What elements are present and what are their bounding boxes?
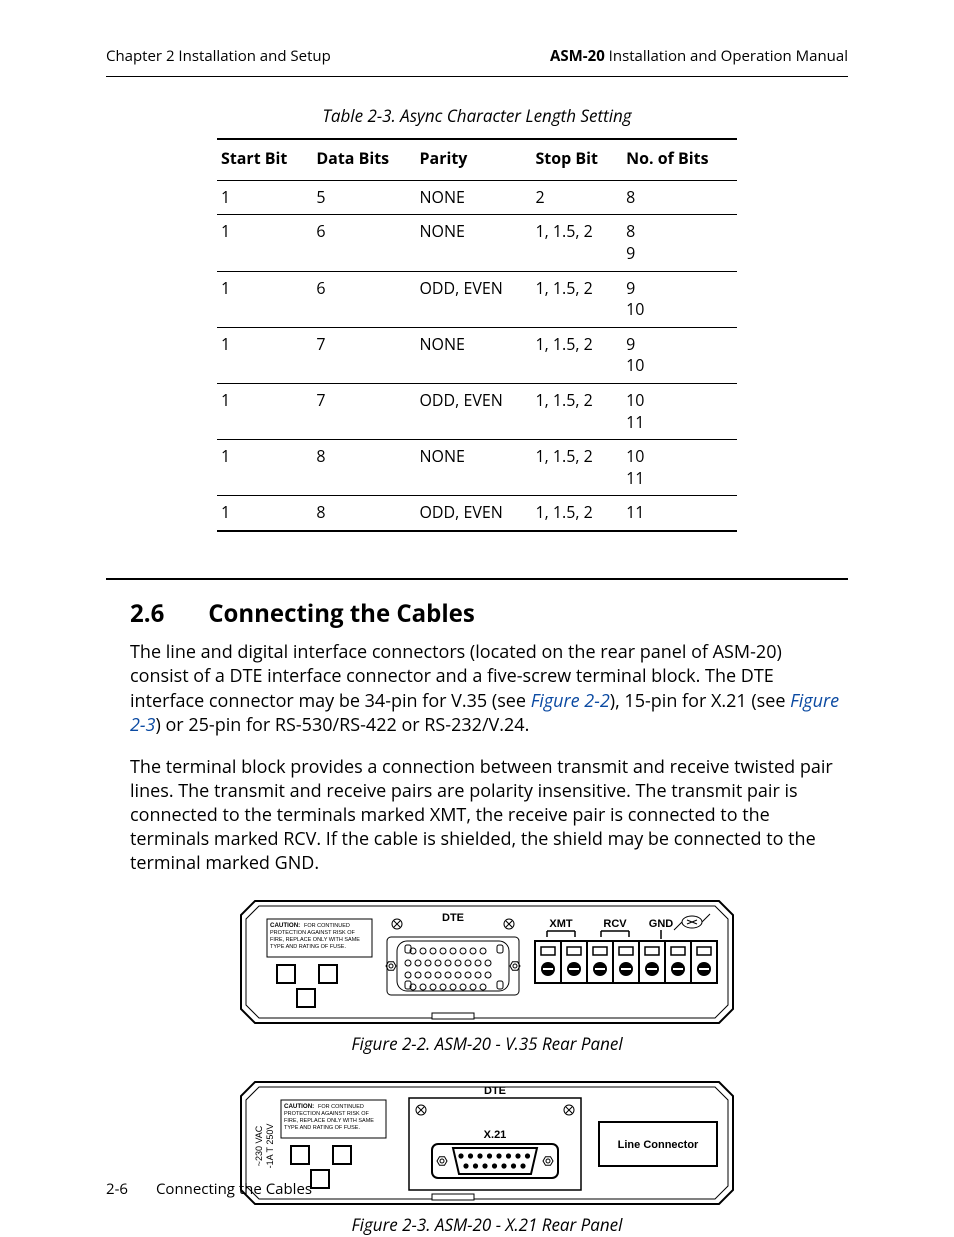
figure-2-2: CAUTION: FOR CONTINUED PROTECTION AGAINS… (130, 897, 844, 1027)
paragraph-2: The terminal block provides a connection… (130, 755, 844, 876)
dte-label: DTE (442, 912, 464, 924)
header-right: ASM-20 Installation and Operation Manual (550, 46, 848, 66)
col-no-of-bits: No. of Bits (622, 139, 737, 180)
caution-heading: CAUTION: (270, 922, 300, 929)
table-cell: 89 (622, 215, 737, 271)
header-right-strong: ASM-20 (550, 46, 605, 66)
section-heading: 2.6 Connecting the Cables (130, 598, 844, 630)
svg-text:FOR CONTINUED: FOR CONTINUED (318, 1104, 364, 1110)
running-header: Chapter 2 Installation and Setup ASM-20 … (106, 46, 848, 77)
table-cell: NONE (415, 440, 531, 496)
table-row: 18ODD, EVEN1, 1.5, 211 (217, 496, 737, 531)
table-caption: Table 2-3. Async Character Length Settin… (106, 105, 848, 128)
page-number: 2-6 (106, 1179, 128, 1199)
rear-panel-v35-diagram: CAUTION: FOR CONTINUED PROTECTION AGAINS… (237, 897, 737, 1027)
table-cell: 910 (622, 327, 737, 383)
para1-text-c: ) or 25-pin for RS-530/RS-422 or RS-232/… (155, 713, 529, 737)
table-cell: NONE (415, 327, 531, 383)
col-parity: Parity (415, 139, 531, 180)
header-right-rest: Installation and Operation Manual (605, 46, 848, 66)
async-char-length-table: Start Bit Data Bits Parity Stop Bit No. … (217, 138, 737, 532)
table-cell: 1011 (622, 383, 737, 439)
svg-text:PROTECTION AGAINST RISK OF: PROTECTION AGAINST RISK OF (284, 1111, 369, 1117)
table-cell: 1011 (622, 440, 737, 496)
table-row: 16NONE1, 1.5, 289 (217, 215, 737, 271)
para1-text-b: ), 15-pin for X.21 (see (610, 689, 790, 713)
table-cell: 7 (312, 383, 415, 439)
table-cell: ODD, EVEN (415, 271, 531, 327)
table-cell: 1, 1.5, 2 (531, 327, 622, 383)
rcv-label: RCV (603, 918, 627, 930)
table-cell: 1, 1.5, 2 (531, 271, 622, 327)
header-left: Chapter 2 Installation and Setup (106, 46, 331, 66)
svg-text:FOR CONTINUED: FOR CONTINUED (304, 923, 350, 929)
section-divider (106, 578, 848, 580)
running-footer: 2-6 Connecting the Cables (106, 1179, 848, 1199)
paragraph-1: The line and digital interface connector… (130, 640, 844, 736)
table-cell: 11 (622, 496, 737, 531)
table-header-row: Start Bit Data Bits Parity Stop Bit No. … (217, 139, 737, 180)
table-cell: 1, 1.5, 2 (531, 440, 622, 496)
caution-heading: CAUTION: (284, 1103, 314, 1110)
col-stop-bit: Stop Bit (531, 139, 622, 180)
table-cell: 1 (217, 440, 312, 496)
table-cell: NONE (415, 180, 531, 215)
svg-text:-1A T 250V: -1A T 250V (265, 1124, 275, 1169)
x21-label: X.21 (484, 1129, 507, 1141)
table-cell: 1 (217, 383, 312, 439)
voltage-rating: ~230 VAC -1A T 250V (254, 1124, 275, 1169)
col-data-bits: Data Bits (312, 139, 415, 180)
table-cell: 1 (217, 496, 312, 531)
table-row: 15NONE28 (217, 180, 737, 215)
table-cell: 2 (531, 180, 622, 215)
table-2-3: Table 2-3. Async Character Length Settin… (106, 105, 848, 532)
dte-label: DTE (484, 1085, 506, 1097)
gnd-label: GND (649, 918, 674, 930)
xref-figure-2-2[interactable]: Figure 2-2 (531, 689, 610, 713)
section-title: Connecting the Cables (208, 597, 475, 630)
table-cell: 8 (312, 440, 415, 496)
table-cell: 910 (622, 271, 737, 327)
line-connector-label: Line Connector (618, 1139, 699, 1151)
svg-text:~230 VAC: ~230 VAC (254, 1125, 264, 1166)
svg-text:TYPE AND RATING OF FUSE.: TYPE AND RATING OF FUSE. (284, 1125, 360, 1131)
table-cell: 6 (312, 271, 415, 327)
table-cell: 7 (312, 327, 415, 383)
section-number: 2.6 (130, 598, 202, 630)
table-cell: ODD, EVEN (415, 496, 531, 531)
table-row: 18NONE1, 1.5, 21011 (217, 440, 737, 496)
svg-text:FIRE, REPLACE ONLY WITH SAME: FIRE, REPLACE ONLY WITH SAME (270, 937, 360, 943)
svg-text:FIRE, REPLACE ONLY WITH SAME: FIRE, REPLACE ONLY WITH SAME (284, 1118, 374, 1124)
table-cell: 1 (217, 180, 312, 215)
svg-text:TYPE AND RATING OF FUSE.: TYPE AND RATING OF FUSE. (270, 944, 346, 950)
table-cell: NONE (415, 215, 531, 271)
table-cell: 1 (217, 215, 312, 271)
table-row: 17ODD, EVEN1, 1.5, 21011 (217, 383, 737, 439)
table-cell: 1, 1.5, 2 (531, 383, 622, 439)
table-cell: 1 (217, 271, 312, 327)
table-cell: 1, 1.5, 2 (531, 215, 622, 271)
table-cell: 5 (312, 180, 415, 215)
col-start-bit: Start Bit (217, 139, 312, 180)
table-cell: 1 (217, 327, 312, 383)
table-row: 17NONE1, 1.5, 2910 (217, 327, 737, 383)
table-cell: 8 (312, 496, 415, 531)
table-row: 16ODD, EVEN1, 1.5, 2910 (217, 271, 737, 327)
table-cell: 6 (312, 215, 415, 271)
table-cell: 8 (622, 180, 737, 215)
figure-2-2-caption: Figure 2-2. ASM-20 - V.35 Rear Panel (130, 1033, 844, 1056)
figure-2-3-caption: Figure 2-3. ASM-20 - X.21 Rear Panel (130, 1214, 844, 1237)
footer-title: Connecting the Cables (156, 1179, 312, 1199)
table-cell: 1, 1.5, 2 (531, 496, 622, 531)
table-cell: ODD, EVEN (415, 383, 531, 439)
xmt-label: XMT (549, 918, 573, 930)
svg-text:PROTECTION AGAINST RISK OF: PROTECTION AGAINST RISK OF (270, 930, 355, 936)
